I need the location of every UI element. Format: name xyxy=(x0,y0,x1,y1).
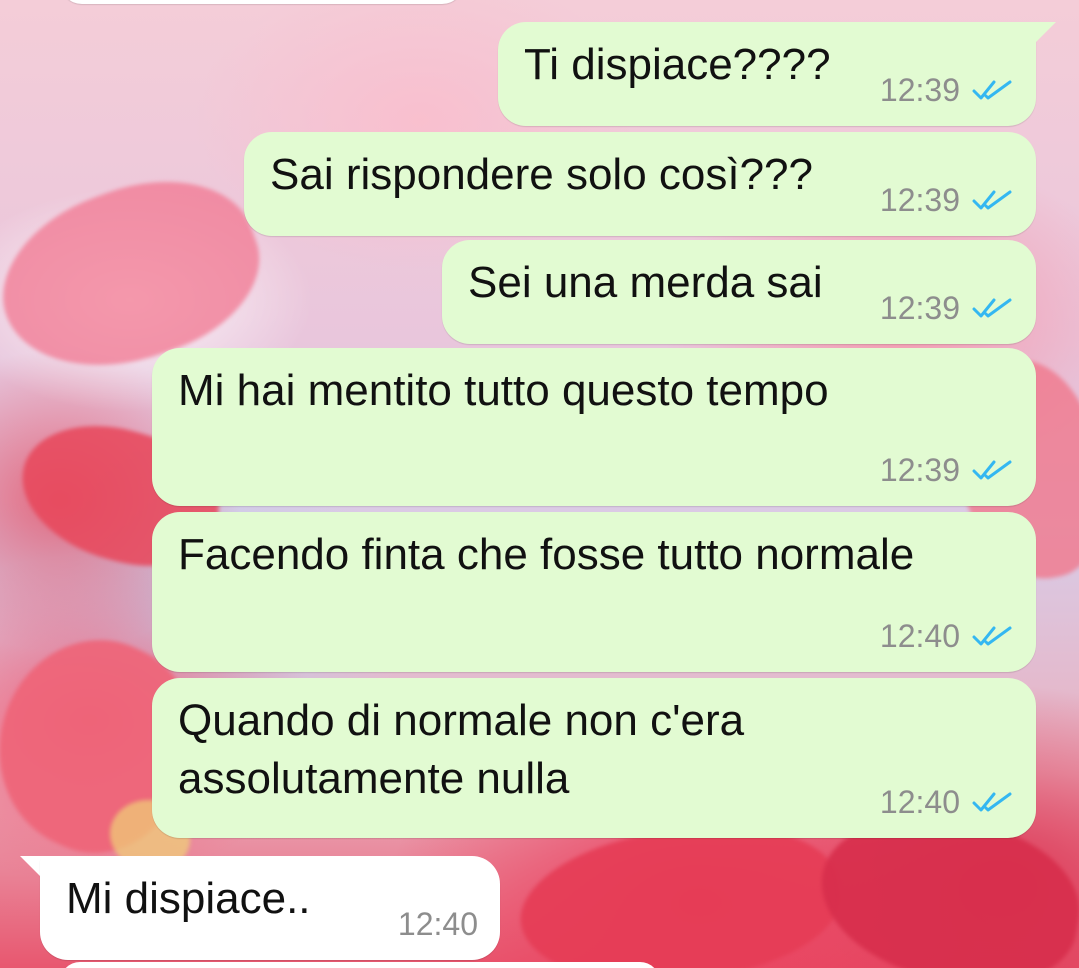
message-time: 12:40 xyxy=(879,784,960,820)
double-check-icon xyxy=(972,80,1012,100)
incoming-message[interactable]: Mi dispiace.. 12:40 xyxy=(40,856,500,960)
outgoing-message[interactable]: Ti dispiace???? 12:39 xyxy=(498,22,1036,126)
message-meta: 12:39 xyxy=(880,452,1014,488)
message-time: 12:39 xyxy=(879,182,960,218)
outgoing-message[interactable]: Mi hai mentito tutto questo tempo 12:39 xyxy=(152,348,1036,506)
bubble-tail xyxy=(1030,22,1056,48)
message-text: Mi dispiace.. xyxy=(66,874,311,923)
message-text: Quando di normale non c'era assolutament… xyxy=(178,696,745,803)
message-meta: 12:39 xyxy=(880,72,1014,108)
message-time: 12:40 xyxy=(397,906,478,942)
outgoing-message[interactable]: Quando di normale non c'era assolutament… xyxy=(152,678,1036,838)
message-meta: 12:40 xyxy=(880,618,1014,654)
cropped-incoming-bubble xyxy=(60,962,660,968)
double-check-icon xyxy=(972,298,1012,318)
message-time: 12:40 xyxy=(879,618,960,654)
message-time: 12:39 xyxy=(879,452,960,488)
double-check-icon xyxy=(972,190,1012,210)
message-meta: 12:39 xyxy=(880,290,1014,326)
message-text: Sai rispondere solo così??? xyxy=(270,150,813,199)
double-check-icon xyxy=(972,792,1012,812)
cropped-incoming-bubble xyxy=(60,0,464,4)
double-check-icon xyxy=(972,460,1012,480)
outgoing-message[interactable]: Sai rispondere solo così??? 12:39 xyxy=(244,132,1036,236)
message-meta: 12:40 xyxy=(880,784,1014,820)
outgoing-message[interactable]: Facendo finta che fosse tutto normale 12… xyxy=(152,512,1036,672)
double-check-icon xyxy=(972,626,1012,646)
message-meta: 12:40 xyxy=(398,906,478,942)
message-time: 12:39 xyxy=(879,290,960,326)
message-text: Facendo finta che fosse tutto normale xyxy=(178,530,915,579)
message-text: Mi hai mentito tutto questo tempo xyxy=(178,366,829,415)
outgoing-message[interactable]: Sei una merda sai 12:39 xyxy=(442,240,1036,344)
message-time: 12:39 xyxy=(879,72,960,108)
message-meta: 12:39 xyxy=(880,182,1014,218)
message-text: Sei una merda sai xyxy=(468,258,823,307)
message-text: Ti dispiace???? xyxy=(524,40,831,89)
